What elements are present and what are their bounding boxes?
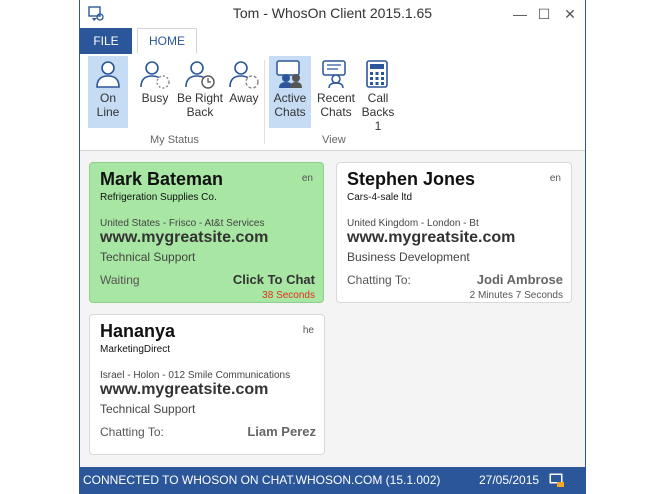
- visitor-department: Business Development: [347, 250, 470, 264]
- language-badge: en: [549, 173, 561, 184]
- ribbon-divider: [264, 60, 265, 144]
- tab-file[interactable]: FILE: [80, 28, 132, 54]
- visitor-name: Mark Bateman: [100, 169, 224, 189]
- view-group-label: View: [322, 134, 346, 146]
- online-label-2: Line: [96, 105, 120, 119]
- status-bar: CONNECTED TO WHOSON ON CHAT.WHOSON.COM (…: [80, 467, 585, 494]
- minimize-button[interactable]: —: [508, 4, 532, 24]
- notification-icon[interactable]: [549, 472, 565, 488]
- visitor-company: Cars-4-sale ltd: [347, 192, 413, 203]
- visitor-location: United Kingdom - London - Bt: [347, 218, 479, 229]
- busy-button[interactable]: Busy: [135, 56, 175, 128]
- title-bar: Tom - WhosOn Client 2015.1.65 — ☐ ✕: [80, 0, 585, 28]
- ribbon-tabs: FILE HOME: [80, 28, 585, 55]
- recent-chats-label-2: Chats: [320, 105, 352, 119]
- app-window: Tom - WhosOn Client 2015.1.65 — ☐ ✕ FILE…: [79, 0, 586, 494]
- active-chats-panel: Mark Bateman Refrigeration Supplies Co. …: [80, 151, 585, 467]
- operator-name: Liam Perez: [247, 424, 316, 439]
- chat-state: Chatting To:: [347, 273, 411, 287]
- brb-label-1: Be Right: [176, 91, 224, 105]
- visitor-company: MarketingDirect: [100, 344, 171, 355]
- visitor-site: www.mygreatsite.com: [347, 229, 516, 246]
- chat-state: Waiting: [100, 273, 140, 287]
- my-status-group-label: My Status: [150, 134, 199, 146]
- visitor-site: www.mygreatsite.com: [100, 229, 269, 246]
- busy-label: Busy: [141, 91, 169, 105]
- active-chats-label-1: Active: [273, 91, 307, 105]
- tab-home[interactable]: HOME: [137, 28, 197, 54]
- brb-label-2: Back: [186, 105, 214, 119]
- visitor-site: www.mygreatsite.com: [100, 381, 269, 398]
- away-button[interactable]: Away: [225, 56, 263, 128]
- chat-users-icon: [276, 60, 302, 88]
- chat-state: Chatting To:: [100, 425, 164, 439]
- visitor-department: Technical Support: [100, 402, 196, 416]
- user-online-icon: [96, 61, 120, 88]
- click-to-chat-link[interactable]: Click To Chat: [233, 272, 315, 287]
- close-button[interactable]: ✕: [558, 4, 582, 24]
- chat-duration: 2 Minutes 7 Seconds: [469, 290, 563, 301]
- chat-card-stephen-jones[interactable]: Stephen Jones Cars-4-sale ltd en United …: [336, 162, 572, 303]
- online-button[interactable]: On Line: [88, 56, 128, 128]
- user-clock-icon: [185, 61, 215, 89]
- active-chats-label-2: Chats: [274, 105, 306, 119]
- maximize-button[interactable]: ☐: [532, 4, 556, 24]
- active-chats-button[interactable]: Active Chats: [269, 56, 311, 128]
- recent-chat-icon: [322, 60, 346, 89]
- connection-status: CONNECTED TO WHOSON ON CHAT.WHOSON.COM (…: [83, 473, 441, 487]
- status-date: 27/05/2015: [479, 473, 540, 487]
- language-badge: en: [301, 173, 313, 184]
- language-badge: he: [302, 325, 314, 336]
- visitor-name: Stephen Jones: [347, 169, 476, 189]
- visitor-company: Refrigeration Supplies Co.: [100, 192, 217, 203]
- recent-chats-button[interactable]: Recent Chats: [315, 56, 357, 128]
- visitor-department: Technical Support: [100, 250, 196, 264]
- visitor-location: United States - Frisco - At&t Services: [100, 218, 265, 229]
- user-away-icon: [229, 61, 259, 89]
- be-right-back-button[interactable]: Be Right Back: [175, 56, 225, 128]
- user-busy-icon: [140, 61, 170, 89]
- operator-name: Jodi Ambrose: [476, 272, 563, 287]
- ribbon: On Line Busy Be Right Back Away My Statu…: [80, 54, 585, 151]
- call-backs-button[interactable]: Call Backs 1: [357, 56, 399, 133]
- visitor-name: Hananya: [100, 321, 176, 341]
- away-label: Away: [229, 91, 259, 105]
- visitor-location: Israel - Holon - 012 Smile Communication…: [100, 370, 291, 381]
- recent-chats-label-1: Recent: [316, 91, 356, 105]
- call-backs-label-1: Call: [367, 91, 389, 105]
- calculator-icon: [366, 60, 388, 88]
- wait-time: 38 Seconds: [262, 290, 315, 301]
- chat-card-mark-bateman[interactable]: Mark Bateman Refrigeration Supplies Co. …: [89, 162, 324, 303]
- call-backs-label-2: Backs 1: [361, 105, 395, 133]
- online-label-1: On: [99, 91, 116, 105]
- chat-card-hananya[interactable]: Hananya MarketingDirect he Israel - Holo…: [89, 314, 325, 455]
